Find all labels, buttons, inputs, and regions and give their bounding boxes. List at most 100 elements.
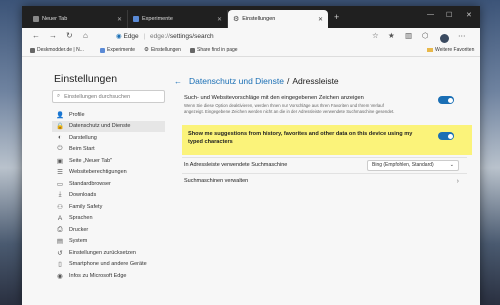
sidebar-item[interactable]: ↺ Einstellungen zurücksetzen (52, 247, 165, 259)
close-icon[interactable]: ✕ (117, 16, 122, 23)
favorites-bar: Deskmodder.de | N... Experimente ⚙ Einst… (22, 45, 480, 57)
folder-label: Weitere Favoriten (435, 47, 475, 53)
bookmark-label: Deskmodder.de | N... (37, 47, 84, 53)
bookmark-favicon (190, 47, 195, 53)
back-arrow-icon[interactable]: ← (174, 77, 182, 86)
close-window-icon[interactable]: ✕ (466, 11, 472, 19)
tab-einstellungen[interactable]: ⚙ Einstellungen ✕ (228, 10, 328, 28)
minimize-icon[interactable]: — (427, 11, 434, 18)
tab-favicon (33, 16, 39, 22)
person-icon: 👤 (56, 111, 65, 119)
browser-icon: ▭ (56, 180, 64, 188)
back-icon[interactable]: ← (32, 31, 40, 40)
settings-main: ← Datenschutz und Dienste / Adressleiste… (172, 57, 472, 305)
settings-page: Einstellungen ⌕ Einstellungen durchsuche… (22, 57, 480, 305)
manage-search-engines-link[interactable]: Suchmaschinen verwalten › (184, 174, 459, 188)
tab-experimente[interactable]: Experimente ✕ (128, 10, 228, 28)
search-engine-setting: In Adressleiste verwendete Suchmaschine … (184, 158, 459, 172)
more-menu-icon[interactable]: ⋯ (458, 31, 466, 40)
breadcrumb-separator: / (286, 76, 290, 86)
extension-icon[interactable]: ⬡ (422, 31, 429, 40)
bookmark-item[interactable]: Deskmodder.de | N... (30, 47, 84, 53)
setting-label: In Adressleiste verwendete Suchmaschine (184, 162, 288, 168)
bookmark-item[interactable]: Share find in page (190, 47, 238, 53)
edge-icon: ◉ (57, 272, 63, 280)
refresh-icon[interactable]: ↻ (66, 31, 73, 40)
site-permissions-icon: ☰ (57, 169, 63, 177)
sidebar-item[interactable]: ▭ Standardbrowser (52, 178, 165, 190)
sidebar-item[interactable]: 🔒 Datenschutz und Dienste (52, 120, 165, 132)
new-tab-icon: ▣ (56, 157, 64, 165)
sidebar-item[interactable]: ☰ Websiteberechtigungen (52, 167, 165, 179)
home-icon[interactable]: ⌂ (83, 31, 88, 40)
bookmark-label: Einstellungen (150, 47, 181, 53)
sidebar-item[interactable]: ▯ Smartphone und andere Geräte (52, 259, 165, 271)
sidebar-item[interactable]: A Sprachen (52, 213, 165, 225)
address-bar[interactable]: ◉ Edge | edge://settings/search (116, 32, 214, 40)
star-add-icon[interactable]: ☆ (372, 31, 379, 40)
power-icon: ⏻ (57, 145, 63, 153)
close-icon[interactable]: ✕ (217, 16, 222, 23)
sidebar-item-label: Infos zu Microsoft Edge (69, 272, 127, 279)
sidebar-item-label: Standardbrowser (69, 180, 111, 187)
sidebar-item[interactable]: ▤ System (52, 236, 165, 248)
other-favorites-folder[interactable]: Weitere Favoriten (427, 47, 474, 53)
sidebar-item[interactable]: 👤 Profile (52, 109, 165, 121)
sidebar-item-label: Sprachen (69, 215, 93, 222)
sidebar-item[interactable]: ◐ Darstellung (52, 132, 165, 144)
maximize-icon[interactable]: ☐ (446, 11, 452, 19)
phone-icon: ▯ (58, 261, 62, 269)
tab-label: Einstellungen (242, 16, 276, 22)
toolbar: ← → ↻ ⌂ ◉ Edge | edge://settings/search … (22, 28, 480, 45)
favorites-icon[interactable]: ★ (388, 31, 395, 40)
sidebar-item-label: Beim Start (69, 146, 95, 153)
settings-search-input[interactable]: ⌕ Einstellungen durchsuchen (52, 90, 165, 103)
edge-logo-icon: ◉ (116, 33, 122, 40)
sidebar-item-label: Downloads (69, 192, 97, 199)
history-suggestions-setting: Show me suggestions from history, favori… (182, 125, 472, 155)
sidebar-item-label: Datenschutz und Dienste (69, 123, 131, 130)
tab-favicon (133, 16, 139, 22)
palette-icon: ◐ (58, 134, 62, 142)
bookmark-item[interactable]: Experimente (100, 47, 135, 53)
sidebar-item[interactable]: ◉ Infos zu Microsoft Edge (52, 270, 165, 282)
search-engine-select[interactable]: Bing (Empfohlen, Standard) ⌄ (367, 159, 459, 171)
breadcrumb-parent-link[interactable]: Datenschutz und Dienste (189, 76, 284, 86)
page-title: ← Datenschutz und Dienste / Adressleiste (174, 76, 339, 86)
forward-icon[interactable]: → (49, 31, 57, 40)
search-suggestions-setting: Such- und Websitevorschläge mit den eing… (184, 95, 454, 115)
bookmark-item[interactable]: ⚙ Einstellungen (144, 47, 181, 53)
bookmark-label: Share find in page (197, 47, 238, 53)
collections-icon[interactable]: ▥ (405, 31, 412, 40)
browser-label: Edge (123, 33, 139, 40)
sidebar-item[interactable]: ⚇ Family Safety (52, 201, 165, 213)
sidebar-item-label: Einstellungen zurücksetzen (69, 249, 136, 256)
tab-label: Neuer Tab (42, 16, 68, 22)
tab-strip: Neuer Tab ✕ Experimente ✕ ⚙ Einstellunge… (22, 6, 480, 28)
history-suggestions-toggle[interactable] (438, 132, 454, 140)
download-icon: ⤓ (58, 191, 62, 199)
sidebar-item[interactable]: ⎙ Drucker (52, 224, 165, 236)
sidebar-item-label: Seite „Neuer Tab" (69, 157, 113, 164)
sidebar-title: Einstellungen (54, 73, 118, 85)
system-icon: ▤ (56, 238, 64, 246)
browser-window: Neuer Tab ✕ Experimente ✕ ⚙ Einstellunge… (22, 6, 480, 305)
family-icon: ⚇ (57, 203, 63, 211)
setting-title: Such- und Websitevorschläge mit den eing… (184, 95, 364, 101)
suggestions-toggle[interactable] (438, 96, 454, 104)
tab-neuer-tab[interactable]: Neuer Tab ✕ (28, 10, 128, 28)
folder-icon (427, 47, 433, 53)
bookmark-label: Experimente (107, 47, 136, 53)
printer-icon: ⎙ (57, 225, 63, 233)
close-icon[interactable]: ✕ (318, 16, 323, 23)
setting-label: Suchmaschinen verwalten (184, 178, 249, 184)
sidebar-item[interactable]: ▣ Seite „Neuer Tab" (52, 155, 165, 167)
new-tab-icon[interactable]: + (334, 12, 339, 22)
select-value: Bing (Empfohlen, Standard) (372, 162, 434, 168)
breadcrumb-current: Adressleiste (292, 76, 339, 86)
search-placeholder: Einstellungen durchsuchen (64, 93, 131, 100)
sidebar-item[interactable]: ⤓ Downloads (52, 190, 165, 202)
sidebar-item[interactable]: ⏻ Beim Start (52, 144, 165, 156)
chevron-right-icon: › (456, 177, 459, 185)
tab-label: Experimente (142, 16, 173, 22)
